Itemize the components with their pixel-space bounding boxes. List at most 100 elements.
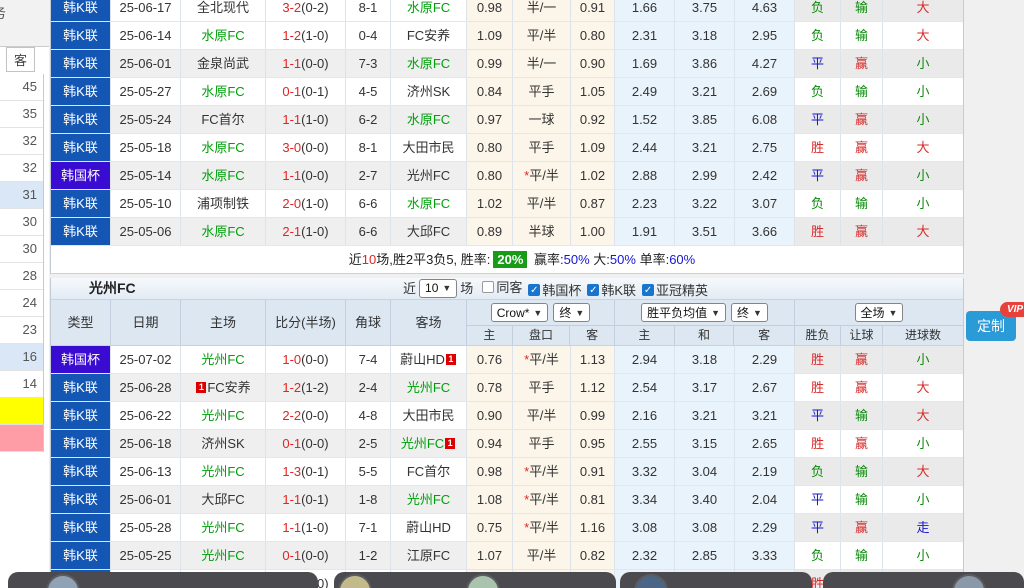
corner-score: 8-1 [346,134,391,161]
away-team[interactable]: 光州FC [391,374,467,401]
col-header-corner: 角球 [346,300,391,345]
result-handicap: 赢 [841,346,883,373]
summary-text: 10 [362,252,376,267]
home-team[interactable]: 1FC安养 [181,374,266,401]
home-team[interactable]: 光州FC [181,542,266,569]
col-header-away: 客场 [391,300,467,345]
team-name: 大邱FC [407,224,450,239]
asian-handicap: 平/半 [513,542,571,569]
away-team[interactable]: 江原FC [391,542,467,569]
home-team[interactable]: 水原FC [181,218,266,245]
league-badge: 韩K联 [51,514,111,541]
match-date: 25-06-18 [111,430,181,457]
recent-count-select[interactable]: 10▼ [419,279,457,298]
scope-select[interactable]: 全场▼ [855,303,904,322]
corner-score: 2-7 [346,162,391,189]
halftime-score: (1-0) [301,520,328,535]
score-cell: 0-1(0-1) [266,78,346,105]
home-team[interactable]: 金泉尚武 [181,50,266,77]
league-badge: 韩K联 [51,486,111,513]
home-team[interactable]: 水原FC [181,78,266,105]
gwangju-section: 光州FC 近 10▼ 场 同客✓韩国杯✓韩K联✓亚冠精英 类型 日期 主场 比分… [50,278,964,588]
corner-score: 4-5 [346,78,391,105]
away-team[interactable]: 大田市民 [391,134,467,161]
home-team[interactable]: FC首尔 [181,106,266,133]
away-team[interactable]: 大邱FC [391,218,467,245]
euro-away-odds: 2.04 [735,486,795,513]
match-row: 韩K联25-06-22光州FC2-2(0-0)4-8大田市民0.90平/半0.9… [51,402,963,430]
away-team[interactable]: 水原FC [391,106,467,133]
away-team[interactable]: 大田市民 [391,402,467,429]
handicap-text: 平/半 [529,492,559,507]
team-name: FC首尔 [201,112,244,127]
away-team[interactable]: 水原FC [391,190,467,217]
euro-home-odds: 3.08 [615,514,675,541]
euro-draw-odds: 3.40 [675,486,735,513]
corner-score: 7-3 [346,50,391,77]
home-team[interactable]: 光州FC [181,346,266,373]
asian-away-odds: 0.91 [571,0,615,21]
away-team[interactable]: 水原FC [391,50,467,77]
home-team[interactable]: 浦项制铁 [181,190,266,217]
checkbox-icon [482,281,494,293]
fulltime-score: 0-1 [282,436,301,451]
league-badge: 韩K联 [51,0,111,21]
away-team[interactable]: 济州SK [391,78,467,105]
bookmaker-select[interactable]: Crow*▼ [491,303,549,322]
chevron-down-icon: ▼ [575,308,584,318]
halftime-score: (0-0) [301,168,328,183]
asian-handicap: 平/半 [513,22,571,49]
summary-text: 60% [669,252,695,267]
euro-away-odds: 2.65 [735,430,795,457]
away-team[interactable]: FC安养 [391,22,467,49]
away-team[interactable]: FC首尔 [391,458,467,485]
euro-type-select[interactable]: 胜平负均值▼ [641,303,726,322]
away-team[interactable]: 光州FC [391,162,467,189]
fulltime-score: 0-1 [282,84,301,99]
away-team[interactable]: 光州FC [391,486,467,513]
asian-handicap: 一球 [513,106,571,133]
home-team[interactable]: 济州SK [181,430,266,457]
home-team[interactable]: 光州FC [181,458,266,485]
score-cell: 3-0(0-0) [266,134,346,161]
home-team[interactable]: 水原FC [181,162,266,189]
halftime-score: (0-1) [301,464,328,479]
euro-draw-odds: 3.21 [675,402,735,429]
halftime-score: (1-2) [301,380,328,395]
euro-home-odds: 2.23 [615,190,675,217]
euro-draw-odds: 3.85 [675,106,735,133]
filter-checkbox-同客[interactable]: 同客 [482,277,522,298]
checkbox-label: 韩K联 [601,280,636,301]
corner-score: 0-4 [346,22,391,49]
match-row: 韩K联25-05-10浦项制铁2-0(1-0)6-6水原FC1.02平/半0.8… [51,190,963,218]
match-row: 韩K联25-05-06水原FC2-1(1-0)6-6大邱FC0.89半球1.00… [51,218,963,246]
home-team[interactable]: 光州FC [181,402,266,429]
home-team[interactable]: 全北现代 [181,0,266,21]
result-goals: 小 [883,486,963,513]
asian-time-select[interactable]: 终▼ [553,303,590,322]
checkbox-label: 韩国杯 [542,280,581,301]
checkbox-label: 亚冠精英 [656,280,708,301]
away-team[interactable]: 光州FC1 [391,430,467,457]
away-team[interactable]: 水原FC [391,0,467,21]
result-goals: 小 [883,190,963,217]
euro-time-select[interactable]: 终▼ [731,303,768,322]
recent-record-summary: 近10场,胜2平3负5, 胜率:20% 赢率:50% 大:50% 单率:60% [51,246,963,274]
filter-checkbox-韩国杯[interactable]: ✓韩国杯 [528,280,581,301]
away-team[interactable]: 蔚山HD1 [391,346,467,373]
away-team[interactable]: 蔚山HD [391,514,467,541]
asian-away-odds: 0.87 [571,190,615,217]
home-team[interactable]: 大邱FC [181,486,266,513]
score-cell: 2-2(0-0) [266,402,346,429]
fulltime-score: 1-3 [282,464,301,479]
match-row: 韩K联25-05-28光州FC1-1(1-0)7-1蔚山HD0.75*平/半1.… [51,514,963,542]
match-date: 25-06-01 [111,486,181,513]
home-team[interactable]: 光州FC [181,514,266,541]
filter-checkbox-韩K联[interactable]: ✓韩K联 [587,280,636,301]
home-team[interactable]: 水原FC [181,134,266,161]
filter-checkbox-亚冠精英[interactable]: ✓亚冠精英 [642,280,708,301]
match-row: 韩K联25-05-24FC首尔1-1(1-0)6-2水原FC0.97一球0.92… [51,106,963,134]
home-team[interactable]: 水原FC [181,22,266,49]
left-partial-table: 务 客 453532323130302824231614 [0,0,49,588]
download-toast[interactable] [823,572,1024,588]
